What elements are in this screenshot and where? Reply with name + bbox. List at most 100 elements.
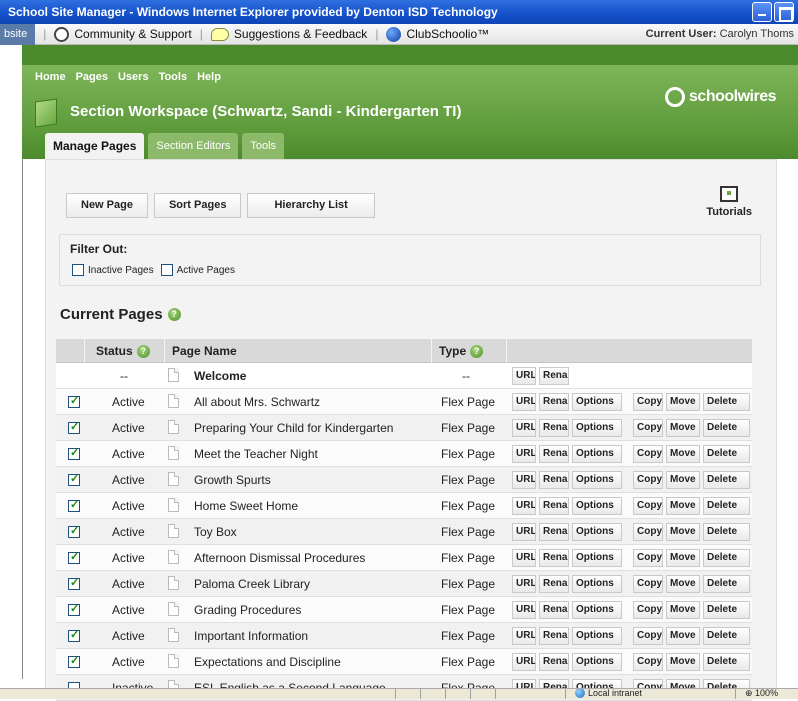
rename-button[interactable]: Rename <box>539 497 569 515</box>
security-zone[interactable]: Local intranet <box>575 689 642 698</box>
link-clubschoolio[interactable]: ClubSchoolio™ <box>386 26 489 42</box>
rename-button[interactable]: Rename <box>539 575 569 593</box>
delete-button[interactable]: Delete <box>703 523 750 541</box>
move-button[interactable]: Move <box>666 523 700 541</box>
type-header[interactable]: Type ? <box>439 339 484 363</box>
tab-section-editors[interactable]: Section Editors <box>148 133 239 159</box>
move-button[interactable]: Move <box>666 471 700 489</box>
row-page-name[interactable]: Toy Box <box>194 519 237 545</box>
copy-button[interactable]: Copy <box>633 471 663 489</box>
options-button[interactable]: Options <box>572 653 622 671</box>
status-header[interactable]: Status ? <box>96 339 150 363</box>
rename-button[interactable]: Rename <box>539 549 569 567</box>
row-page-name[interactable]: Home Sweet Home <box>194 493 298 519</box>
row-page-name[interactable]: Expectations and Discipline <box>194 649 341 675</box>
delete-button[interactable]: Delete <box>703 419 750 437</box>
link-community-support[interactable]: Community & Support <box>54 26 192 42</box>
rename-button[interactable]: Rename <box>539 419 569 437</box>
delete-button[interactable]: Delete <box>703 575 750 593</box>
row-select-checkbox[interactable] <box>68 498 80 512</box>
menu-help[interactable]: Help <box>197 71 221 83</box>
copy-button[interactable]: Copy <box>633 497 663 515</box>
row-page-name[interactable]: Afternoon Dismissal Procedures <box>194 545 365 571</box>
url-button[interactable]: URL <box>512 445 536 463</box>
row-select-checkbox[interactable] <box>68 524 80 538</box>
url-button[interactable]: URL <box>512 627 536 645</box>
delete-button[interactable]: Delete <box>703 653 750 671</box>
options-button[interactable]: Options <box>572 523 622 541</box>
rename-button[interactable]: Rename <box>539 471 569 489</box>
options-button[interactable]: Options <box>572 497 622 515</box>
menu-pages[interactable]: Pages <box>76 71 108 83</box>
move-button[interactable]: Move <box>666 549 700 567</box>
url-button[interactable]: URL <box>512 601 536 619</box>
rename-button[interactable]: Rename <box>539 445 569 463</box>
copy-button[interactable]: Copy <box>633 549 663 567</box>
row-page-name[interactable]: Important Information <box>194 623 308 649</box>
row-select-checkbox[interactable] <box>68 628 80 642</box>
row-select-checkbox[interactable] <box>68 472 80 486</box>
help-icon[interactable]: ? <box>167 308 181 321</box>
inactive-pages-checkbox[interactable] <box>72 264 84 276</box>
row-page-name[interactable]: Meet the Teacher Night <box>194 441 318 467</box>
row-select-checkbox[interactable] <box>68 550 80 564</box>
delete-button[interactable]: Delete <box>703 497 750 515</box>
row-page-name[interactable]: Paloma Creek Library <box>194 571 310 597</box>
url-button[interactable]: URL <box>512 653 536 671</box>
active-pages-checkbox[interactable] <box>160 264 173 276</box>
row-select-checkbox[interactable] <box>68 602 80 616</box>
options-button[interactable]: Options <box>572 601 622 619</box>
delete-button[interactable]: Delete <box>703 627 750 645</box>
delete-button[interactable]: Delete <box>703 393 750 411</box>
link-suggestions-feedback[interactable]: Suggestions & Feedback <box>210 27 367 41</box>
minimize-button[interactable] <box>752 2 772 22</box>
hierarchy-list-button[interactable]: Hierarchy List <box>247 193 375 218</box>
row-page-name[interactable]: Preparing Your Child for Kindergarten <box>194 415 393 441</box>
copy-button[interactable]: Copy <box>633 393 663 411</box>
row-select-checkbox[interactable] <box>68 394 80 408</box>
row-select-checkbox[interactable] <box>68 420 80 434</box>
delete-button[interactable]: Delete <box>703 445 750 463</box>
copy-button[interactable]: Copy <box>633 523 663 541</box>
tab-tools[interactable]: Tools <box>242 133 285 159</box>
tab-manage-pages[interactable]: Manage Pages <box>45 133 145 159</box>
help-icon[interactable]: ? <box>136 344 150 358</box>
copy-button[interactable]: Copy <box>633 627 663 645</box>
options-button[interactable]: Options <box>572 445 622 463</box>
maximize-button[interactable] <box>774 2 794 22</box>
move-button[interactable]: Move <box>666 445 700 463</box>
url-button[interactable]: URL <box>512 419 536 437</box>
row-page-name[interactable]: All about Mrs. Schwartz <box>194 389 320 415</box>
move-button[interactable]: Move <box>666 627 700 645</box>
options-button[interactable]: Options <box>572 393 622 411</box>
copy-button[interactable]: Copy <box>633 575 663 593</box>
tutorials-link[interactable]: Tutorials <box>706 186 752 218</box>
copy-button[interactable]: Copy <box>633 601 663 619</box>
delete-button[interactable]: Delete <box>703 549 750 567</box>
options-button[interactable]: Options <box>572 419 622 437</box>
row-select-checkbox[interactable] <box>68 446 80 460</box>
rename-button[interactable]: Rename <box>539 367 569 385</box>
rename-button[interactable]: Rename <box>539 393 569 411</box>
url-button[interactable]: URL <box>512 549 536 567</box>
move-button[interactable]: Move <box>666 419 700 437</box>
row-page-name[interactable]: Growth Spurts <box>194 467 271 493</box>
copy-button[interactable]: Copy <box>633 419 663 437</box>
sort-pages-button[interactable]: Sort Pages <box>153 193 242 218</box>
row-select-checkbox[interactable] <box>68 654 80 668</box>
links-bar-site[interactable]: bsite <box>0 23 36 45</box>
url-button[interactable]: URL <box>512 471 536 489</box>
rename-button[interactable]: Rename <box>539 627 569 645</box>
move-button[interactable]: Move <box>666 497 700 515</box>
options-button[interactable]: Options <box>572 627 622 645</box>
url-button[interactable]: URL <box>512 393 536 411</box>
options-button[interactable]: Options <box>572 471 622 489</box>
row-page-name[interactable]: Grading Procedures <box>194 597 301 623</box>
url-button[interactable]: URL <box>512 575 536 593</box>
url-button[interactable]: URL <box>512 523 536 541</box>
rename-button[interactable]: Rename <box>539 653 569 671</box>
move-button[interactable]: Move <box>666 393 700 411</box>
page-name-header[interactable]: Page Name <box>172 339 237 363</box>
row-select-checkbox[interactable] <box>68 576 80 590</box>
move-button[interactable]: Move <box>666 575 700 593</box>
